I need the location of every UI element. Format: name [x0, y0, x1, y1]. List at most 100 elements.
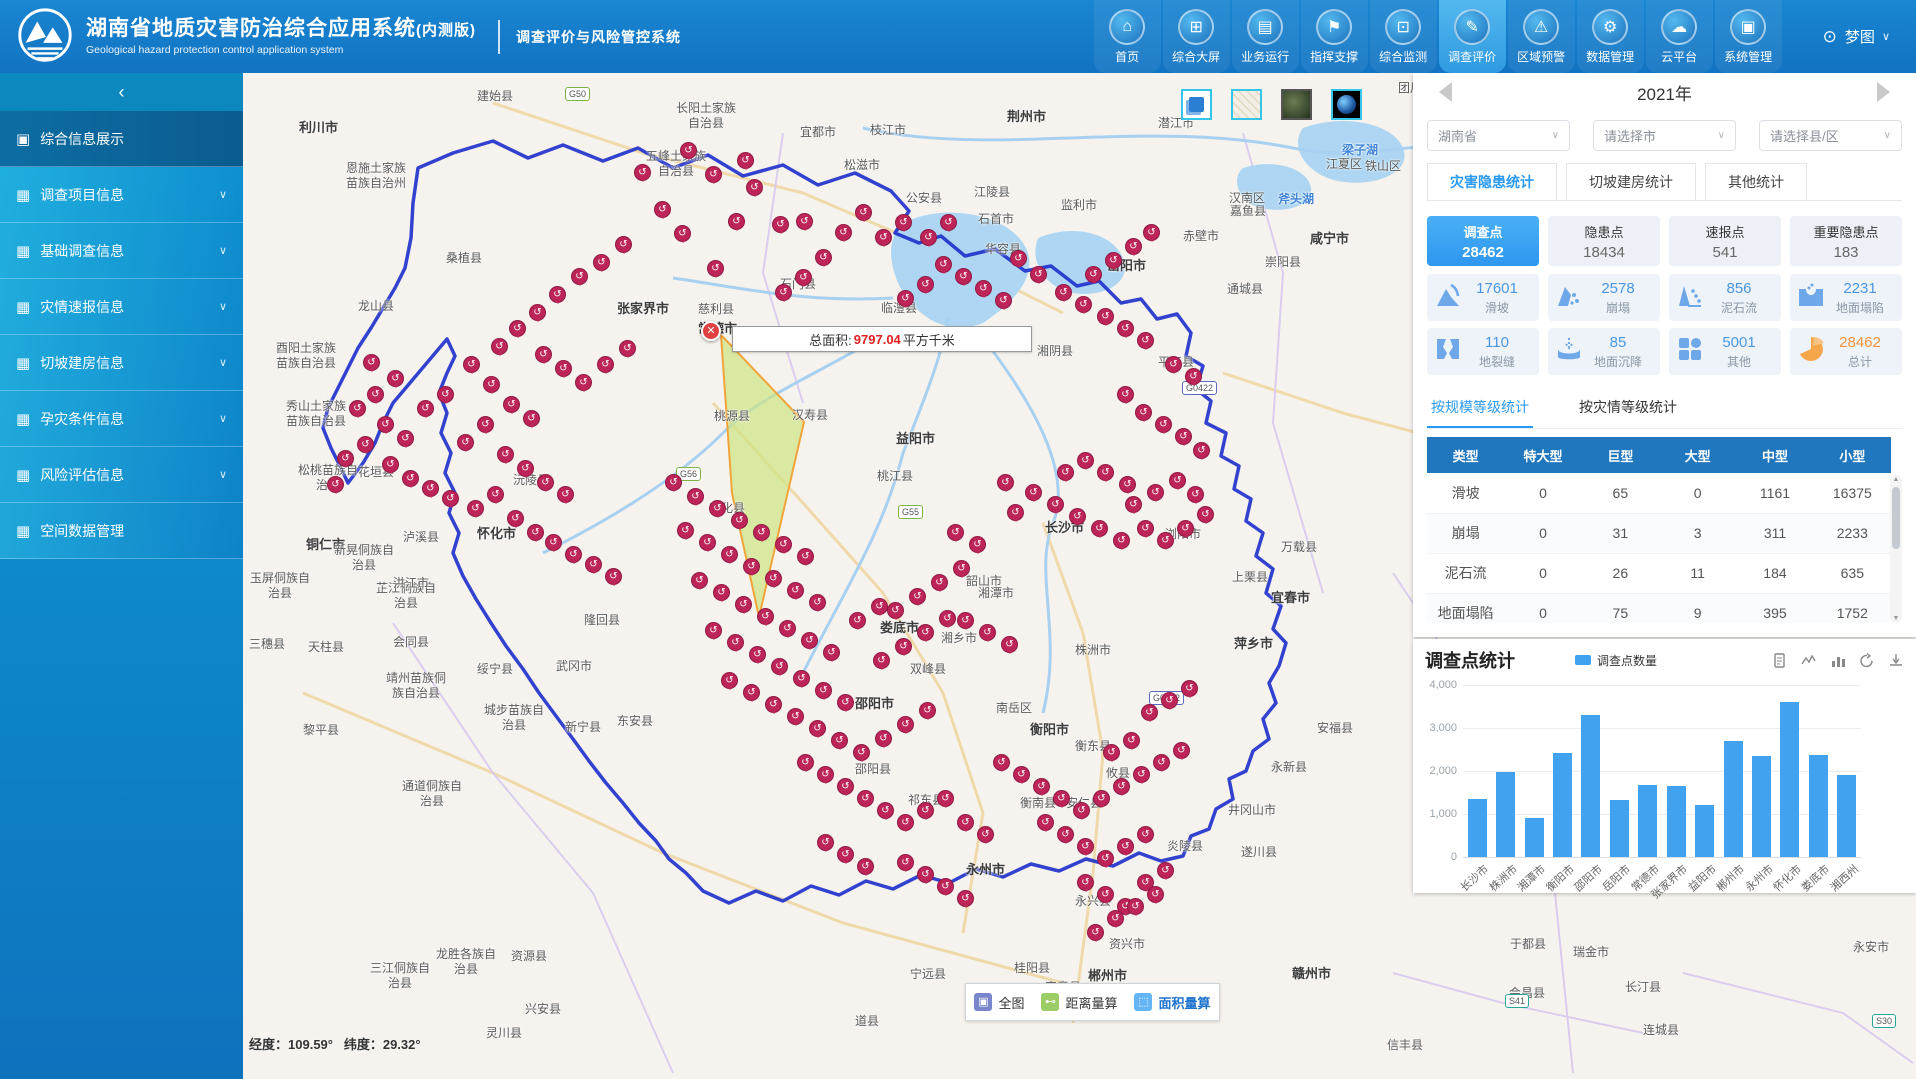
stat-card-3[interactable]: 速报点541	[1669, 216, 1781, 266]
hazard-point-marker[interactable]: ↺	[1097, 850, 1114, 867]
hazard-point-marker[interactable]: ↺	[1047, 496, 1064, 513]
sidebar-item-7[interactable]: ▦风险评估信息∨	[0, 447, 243, 503]
hazard-point-marker[interactable]: ↺	[483, 376, 500, 393]
hazard-point-marker[interactable]: ↺	[677, 522, 694, 539]
hazard-point-marker[interactable]: ↺	[497, 446, 514, 463]
hazard-point-marker[interactable]: ↺	[1007, 504, 1024, 521]
hazard-point-marker[interactable]: ↺	[897, 854, 914, 871]
hazard-point-marker[interactable]: ↺	[875, 229, 892, 246]
hazard-point-marker[interactable]: ↺	[897, 290, 914, 307]
hazard-point-marker[interactable]: ↺	[1113, 778, 1130, 795]
nav-item-command[interactable]: ⚑指挥支撑	[1301, 0, 1368, 73]
hazard-point-marker[interactable]: ↺	[823, 644, 840, 661]
hazard-point-marker[interactable]: ↺	[549, 286, 566, 303]
tab-2[interactable]: 切坡建房统计	[1566, 163, 1696, 200]
hazard-point-marker[interactable]: ↺	[665, 474, 682, 491]
hazard-point-marker[interactable]: ↺	[337, 450, 354, 467]
scroll-down-icon[interactable]: ▼	[1890, 615, 1902, 622]
hazard-point-marker[interactable]: ↺	[357, 436, 374, 453]
hazard-point-marker[interactable]: ↺	[397, 430, 414, 447]
bar-chart-icon[interactable]	[1830, 653, 1846, 668]
hazard-point-marker[interactable]: ↺	[1137, 332, 1154, 349]
hazard-point-marker[interactable]: ↺	[917, 866, 934, 883]
hazard-point-marker[interactable]: ↺	[437, 386, 454, 403]
hazard-point-marker[interactable]: ↺	[995, 292, 1012, 309]
hazard-point-marker[interactable]: ↺	[917, 276, 934, 293]
hazard-point-marker[interactable]: ↺	[1069, 508, 1086, 525]
region-select-2[interactable]: 请选择市∨	[1593, 120, 1736, 151]
hazard-point-marker[interactable]: ↺	[837, 846, 854, 863]
hazard-point-marker[interactable]: ↺	[1010, 250, 1027, 267]
hazard-point-marker[interactable]: ↺	[875, 730, 892, 747]
hazard-point-marker[interactable]: ↺	[1137, 520, 1154, 537]
hazard-point-marker[interactable]: ↺	[1147, 886, 1164, 903]
hazard-point-marker[interactable]: ↺	[817, 766, 834, 783]
hazard-point-marker[interactable]: ↺	[1147, 484, 1164, 501]
hazard-point-marker[interactable]: ↺	[1157, 862, 1174, 879]
hazard-point-marker[interactable]: ↺	[796, 213, 813, 230]
hazard-point-marker[interactable]: ↺	[979, 624, 996, 641]
next-year-button[interactable]	[1877, 82, 1900, 102]
hazard-point-marker[interactable]: ↺	[605, 568, 622, 585]
hazard-point-marker[interactable]: ↺	[680, 142, 697, 159]
hazard-point-marker[interactable]: ↺	[937, 790, 954, 807]
hazard-point-marker[interactable]: ↺	[535, 346, 552, 363]
sidebar-item-3[interactable]: ▦基础调查信息∨	[0, 223, 243, 279]
hazard-point-marker[interactable]: ↺	[422, 480, 439, 497]
hazard-point-marker[interactable]: ↺	[1173, 742, 1190, 759]
nav-item-system[interactable]: ▣系统管理	[1715, 0, 1782, 73]
hazard-point-marker[interactable]: ↺	[529, 304, 546, 321]
sidebar-collapse-button[interactable]: ‹	[0, 73, 243, 111]
hazard-point-marker[interactable]: ↺	[1087, 924, 1104, 941]
download-icon[interactable]	[1888, 653, 1904, 668]
hazard-point-marker[interactable]: ↺	[1141, 704, 1158, 721]
hazard-point-marker[interactable]: ↺	[853, 744, 870, 761]
hazard-point-marker[interactable]: ↺	[775, 536, 792, 553]
hazard-point-marker[interactable]: ↺	[1093, 790, 1110, 807]
hazard-point-marker[interactable]: ↺	[1181, 680, 1198, 697]
hazard-point-marker[interactable]: ↺	[402, 470, 419, 487]
hazard-point-marker[interactable]: ↺	[1193, 442, 1210, 459]
hazard-point-marker[interactable]: ↺	[377, 416, 394, 433]
hazard-point-marker[interactable]: ↺	[787, 582, 804, 599]
hazard-point-marker[interactable]: ↺	[487, 486, 504, 503]
hazard-point-marker[interactable]: ↺	[743, 558, 760, 575]
hazard-point-marker[interactable]: ↺	[917, 802, 934, 819]
hazard-point-marker[interactable]: ↺	[887, 602, 904, 619]
hazard-point-marker[interactable]: ↺	[507, 510, 524, 527]
hazard-point-marker[interactable]: ↺	[615, 236, 632, 253]
hazard-point-marker[interactable]: ↺	[1091, 520, 1108, 537]
hazard-point-marker[interactable]: ↺	[797, 548, 814, 565]
hazard-point-marker[interactable]: ↺	[1157, 532, 1174, 549]
hazard-point-marker[interactable]: ↺	[815, 249, 832, 266]
hazard-point-marker[interactable]: ↺	[953, 560, 970, 577]
hazard-point-marker[interactable]: ↺	[895, 638, 912, 655]
hazard-point-marker[interactable]: ↺	[939, 610, 956, 627]
hazard-point-marker[interactable]: ↺	[1133, 766, 1150, 783]
hazard-point-marker[interactable]: ↺	[477, 416, 494, 433]
layers-button[interactable]	[1181, 89, 1212, 120]
nav-item-monitor[interactable]: ⊡综合监测	[1370, 0, 1437, 73]
tab-3[interactable]: 其他统计	[1705, 163, 1807, 200]
hazard-point-marker[interactable]: ↺	[674, 225, 691, 242]
hazard-point-marker[interactable]: ↺	[815, 682, 832, 699]
hazard-point-marker[interactable]: ↺	[857, 790, 874, 807]
nav-item-business[interactable]: ▤业务运行	[1232, 0, 1299, 73]
hazard-point-marker[interactable]: ↺	[709, 500, 726, 517]
hazard-point-marker[interactable]: ↺	[746, 179, 763, 196]
hazard-point-marker[interactable]: ↺	[382, 456, 399, 473]
hazard-point-marker[interactable]: ↺	[1143, 224, 1160, 241]
hazard-point-marker[interactable]: ↺	[463, 356, 480, 373]
hazard-point-marker[interactable]: ↺	[793, 670, 810, 687]
region-select-3[interactable]: 请选择县/区∨	[1759, 120, 1902, 151]
hazard-point-marker[interactable]: ↺	[691, 572, 708, 589]
hazard-point-marker[interactable]: ↺	[527, 524, 544, 541]
hazard-point-marker[interactable]: ↺	[1117, 320, 1134, 337]
hazard-point-marker[interactable]: ↺	[817, 834, 834, 851]
hazard-point-marker[interactable]: ↺	[707, 260, 724, 277]
sidebar-item-1[interactable]: ▣综合信息展示	[0, 111, 243, 167]
hazard-point-marker[interactable]: ↺	[517, 460, 534, 477]
hazard-point-marker[interactable]: ↺	[1117, 838, 1134, 855]
hazard-point-marker[interactable]: ↺	[1077, 838, 1094, 855]
hazard-point-marker[interactable]: ↺	[457, 434, 474, 451]
